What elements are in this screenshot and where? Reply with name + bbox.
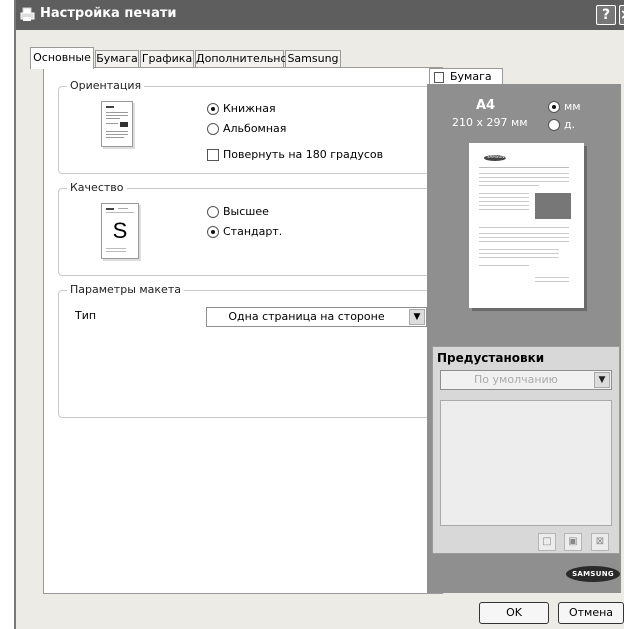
unit-inch-radio[interactable]: д.	[548, 118, 575, 131]
rotate-180-checkbox[interactable]: Повернуть на 180 градусов	[207, 148, 383, 161]
rotate-180-label: Повернуть на 180 градусов	[223, 148, 384, 161]
samsung-logo: SAMSUNG	[566, 566, 620, 582]
desktop-edge	[0, 0, 14, 629]
paper-size-name: A4	[476, 98, 496, 113]
help-button[interactable]: ?	[596, 5, 616, 25]
layout-options-group: Параметры макета Тип Одна страница на ст…	[58, 283, 435, 418]
layout-type-select[interactable]: Одна страница на стороне ▼	[206, 307, 427, 327]
unit-inch-label: д.	[564, 118, 576, 131]
ok-button[interactable]: OK	[479, 602, 549, 624]
orientation-landscape-radio[interactable]: Альбомная	[207, 122, 286, 135]
radio-unselected	[207, 122, 219, 135]
portrait-page-thumbnail	[101, 101, 133, 147]
tab-samsung[interactable]: Samsung	[285, 50, 341, 68]
chevron-down-icon: ▼	[409, 309, 425, 325]
title-bar: Настройка печати ? ×	[16, 0, 624, 30]
printer-icon	[20, 7, 35, 21]
layout-options-legend: Параметры макета	[67, 283, 184, 296]
quality-high-label: Высшее	[223, 205, 269, 218]
orientation-legend: Ориентация	[67, 79, 145, 92]
quality-legend: Качество	[67, 181, 127, 194]
document-icon	[106, 106, 128, 138]
orientation-landscape-label: Альбомная	[223, 122, 287, 135]
presets-panel: Предустановки По умолчанию ▼ □ ▣ ⊠	[432, 346, 620, 554]
preview-paper-tab-label: Бумага	[450, 70, 492, 83]
basic-tab-panel: Ориентация Книжная Альбомная Повернуть н…	[43, 67, 443, 594]
paper-size-info: A4 210 x 297 мм мм д.	[430, 90, 618, 136]
quality-high-radio[interactable]: Высшее	[207, 205, 269, 218]
tab-paper[interactable]: Бумага	[95, 50, 139, 68]
orientation-portrait-radio[interactable]: Книжная	[207, 102, 276, 115]
tab-advanced[interactable]: Дополнительно	[195, 50, 287, 68]
presets-select[interactable]: По умолчанию ▼	[440, 370, 612, 390]
radio-unselected	[207, 205, 219, 218]
radio-selected	[207, 225, 219, 238]
quality-thumbnail: S	[101, 203, 139, 259]
presets-value: По умолчанию	[474, 373, 558, 386]
quality-standard-label: Стандарт.	[223, 225, 283, 238]
tab-basic[interactable]: Основные	[30, 47, 94, 69]
presets-list[interactable]	[440, 400, 612, 526]
paper-preview: SAMSUNG	[469, 143, 584, 308]
radio-selected	[207, 102, 219, 115]
delete-preset-icon[interactable]: ⊠	[591, 533, 609, 551]
layout-type-value: Одна страница на стороне	[228, 310, 385, 323]
checkbox-box	[207, 148, 219, 161]
orientation-portrait-label: Книжная	[223, 102, 276, 115]
close-button[interactable]: ×	[619, 5, 624, 25]
radio-selected	[548, 100, 560, 113]
chevron-down-icon: ▼	[594, 372, 610, 388]
save-preset-icon[interactable]: ▣	[564, 533, 582, 551]
paper-icon	[434, 72, 444, 83]
cancel-button[interactable]: Отмена	[558, 602, 624, 624]
presets-title: Предустановки	[437, 351, 545, 365]
unit-mm-radio[interactable]: мм	[548, 100, 581, 113]
preview-page-content	[479, 155, 571, 282]
layout-type-label: Тип	[75, 309, 97, 322]
unit-mm-label: мм	[564, 100, 581, 113]
tab-graphics[interactable]: Графика	[140, 50, 194, 68]
quality-standard-radio[interactable]: Стандарт.	[207, 225, 282, 238]
window-title: Настройка печати	[40, 6, 177, 21]
paper-size-dims: 210 x 297 мм	[452, 116, 528, 129]
new-preset-icon[interactable]: □	[538, 533, 556, 551]
quality-s-letter: S	[112, 218, 128, 243]
print-settings-window: Настройка печати ? × Основные Бумага Гра…	[14, 0, 624, 629]
radio-unselected	[548, 118, 560, 131]
quality-group: Качество S Высшее Стандарт.	[58, 181, 435, 276]
orientation-group: Ориентация Книжная Альбомная Повернуть н…	[58, 79, 435, 174]
preview-samsung-logo-text: SAMSUNG	[487, 154, 508, 159]
